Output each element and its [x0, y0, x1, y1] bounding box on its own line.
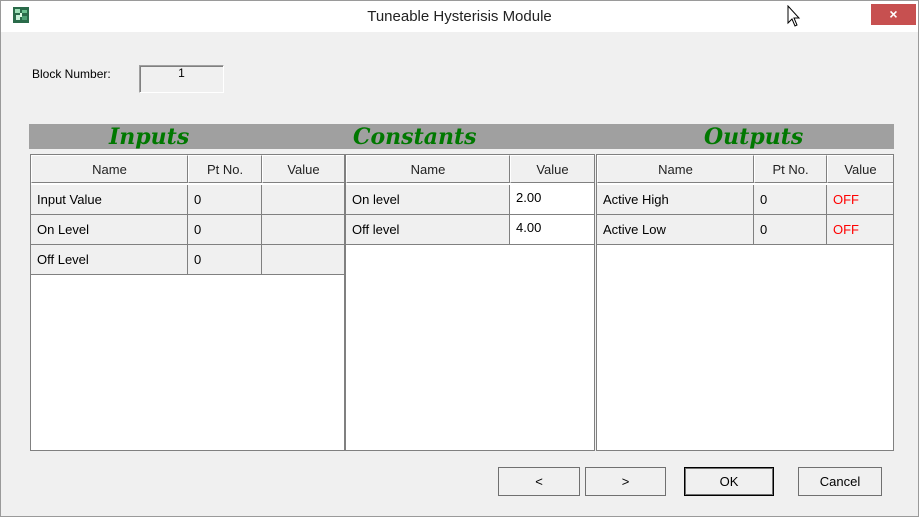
inputs-header-value[interactable]: Value — [262, 155, 344, 183]
outputs-row-pt[interactable]: 0 — [754, 215, 827, 245]
close-button[interactable]: × — [871, 4, 916, 25]
inputs-row-pt[interactable]: 0 — [188, 215, 262, 245]
constants-section-title: Constants — [353, 124, 477, 150]
previous-button[interactable]: < — [498, 467, 580, 496]
outputs-section-title: Outputs — [704, 124, 804, 150]
title-bar[interactable]: Tuneable Hysterisis Module × — [1, 1, 918, 32]
inputs-row-name[interactable]: Input Value — [31, 185, 188, 215]
window-title: Tuneable Hysterisis Module — [367, 8, 552, 25]
block-number-label: Block Number: — [32, 67, 111, 81]
outputs-row-name[interactable]: Active High — [597, 185, 754, 215]
inputs-row-name[interactable]: On Level — [31, 215, 188, 245]
inputs-row-pt[interactable]: 0 — [188, 245, 262, 275]
outputs-row-name[interactable]: Active Low — [597, 215, 754, 245]
constants-header-value[interactable]: Value — [510, 155, 594, 183]
inputs-table[interactable]: Name Pt No. Value Input Value 0 On Level… — [30, 154, 345, 451]
inputs-row-value[interactable] — [262, 215, 344, 245]
constants-row-name[interactable]: On level — [346, 185, 510, 215]
inputs-row-value[interactable] — [262, 185, 344, 215]
inputs-section-title: Inputs — [109, 124, 190, 150]
outputs-row-status[interactable]: OFF — [827, 215, 893, 245]
constants-header-name[interactable]: Name — [346, 155, 510, 183]
outputs-header-name[interactable]: Name — [597, 155, 754, 183]
on-level-input[interactable]: 2.00 — [510, 185, 594, 215]
off-level-input[interactable]: 4.00 — [510, 215, 594, 245]
constants-table[interactable]: Name Value On level 2.00 Off level 4.00 — [345, 154, 595, 451]
inputs-row-pt[interactable]: 0 — [188, 185, 262, 215]
mouse-cursor-icon — [787, 5, 801, 27]
ok-button[interactable]: OK — [684, 467, 774, 496]
outputs-row-pt[interactable]: 0 — [754, 185, 827, 215]
inputs-row-value[interactable] — [262, 245, 344, 275]
constants-row-name[interactable]: Off level — [346, 215, 510, 245]
outputs-header-value[interactable]: Value — [827, 155, 893, 183]
inputs-header-name[interactable]: Name — [31, 155, 188, 183]
next-button[interactable]: > — [585, 467, 666, 496]
dialog-window: Tuneable Hysterisis Module × Block Numbe… — [0, 0, 919, 517]
section-header-bar: Inputs Constants Outputs — [29, 124, 894, 150]
outputs-row-status[interactable]: OFF — [827, 185, 893, 215]
inputs-header-ptno[interactable]: Pt No. — [188, 155, 262, 183]
inputs-row-name[interactable]: Off Level — [31, 245, 188, 275]
outputs-table[interactable]: Name Pt No. Value Active High 0 OFF Acti… — [596, 154, 894, 451]
block-number-field: 1 — [139, 65, 224, 93]
outputs-header-ptno[interactable]: Pt No. — [754, 155, 827, 183]
cancel-button[interactable]: Cancel — [798, 467, 882, 496]
